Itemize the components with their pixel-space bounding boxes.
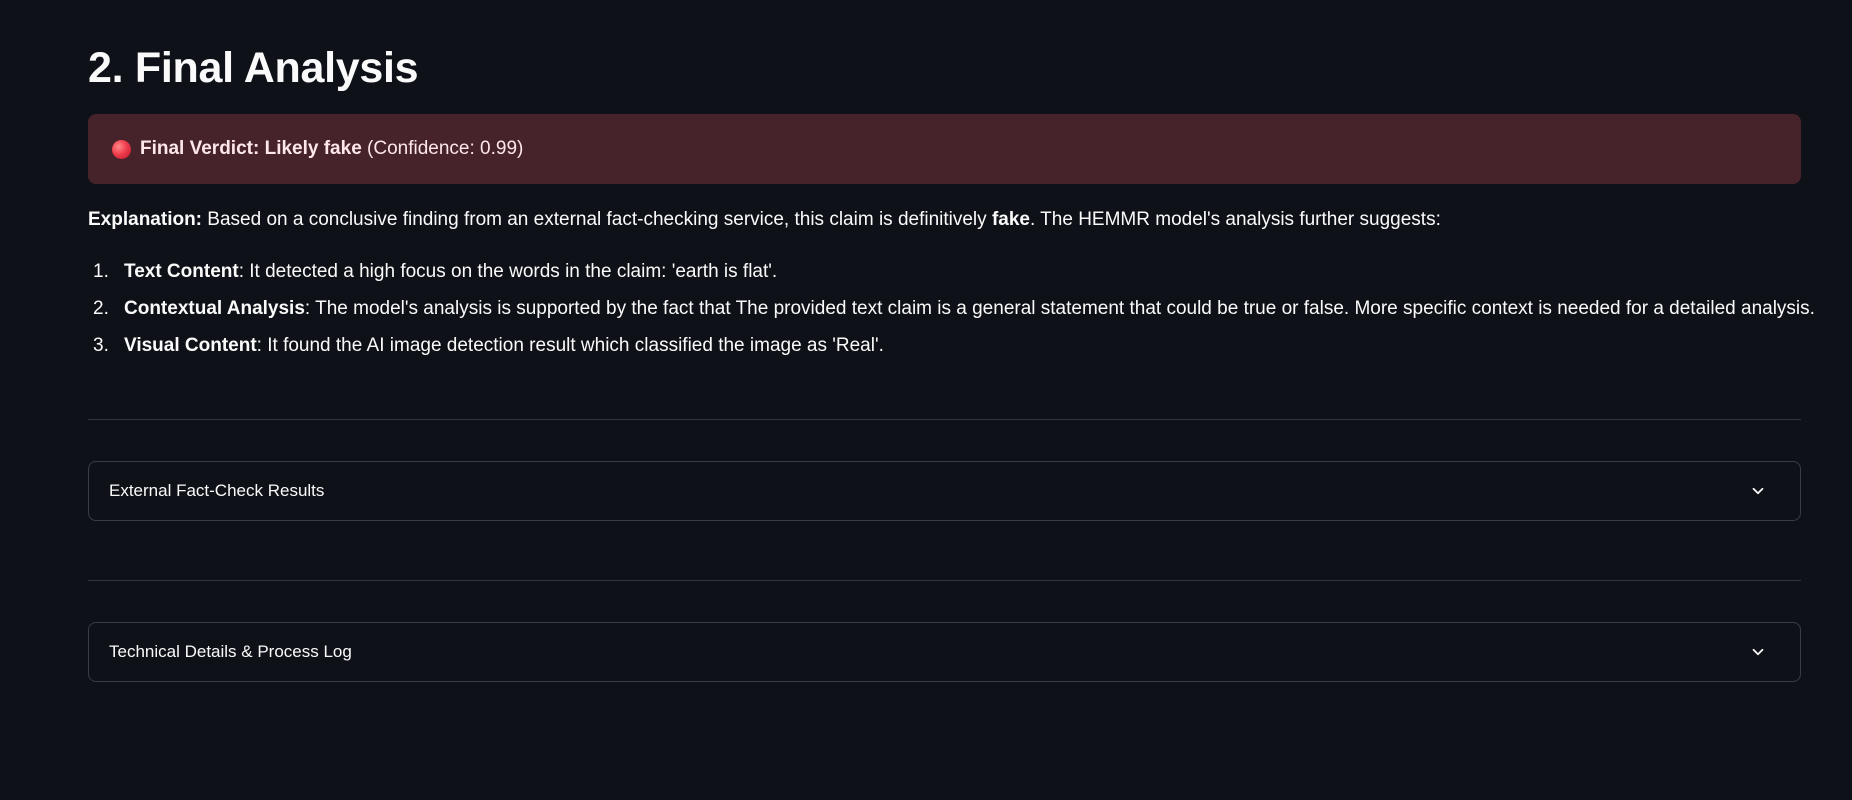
page-title: 2. Final Analysis: [88, 44, 419, 92]
list-item-text: : It detected a high focus on the words …: [238, 261, 778, 282]
analysis-points-list: 1. Text Content: It detected a high focu…: [88, 258, 1815, 369]
technical-details-expander[interactable]: Technical Details & Process Log: [88, 622, 1801, 682]
list-item-number: 3.: [93, 335, 109, 356]
explanation-paragraph: Explanation: Based on a conclusive findi…: [88, 206, 1801, 234]
explanation-label: Explanation:: [88, 209, 203, 230]
section-divider: [88, 580, 1801, 581]
list-item: 3. Visual Content: It found the AI image…: [88, 332, 1801, 369]
list-item-title: Visual Content: [124, 335, 257, 356]
list-item-title: Contextual Analysis: [124, 298, 305, 319]
list-item-number: 2.: [93, 298, 109, 319]
chevron-down-icon[interactable]: [1748, 642, 1768, 662]
list-item: 2. Contextual Analysis: The model's anal…: [88, 295, 1815, 332]
list-item-text: : The model's analysis is supported by t…: [304, 298, 1815, 319]
explanation-emphasis: fake: [991, 209, 1030, 230]
fact-check-results-expander[interactable]: External Fact-Check Results: [88, 461, 1801, 521]
verdict-alert: Final Verdict: Likely fake (Confidence: …: [88, 114, 1801, 184]
verdict-label: Final Verdict: Likely fake: [140, 138, 362, 159]
list-item-title: Text Content: [124, 261, 239, 282]
explanation-text-after: . The HEMMR model's analysis further sug…: [1029, 209, 1441, 230]
red-circle-icon: [112, 139, 131, 159]
list-item-number: 1.: [93, 261, 109, 282]
expander-label: External Fact-Check Results: [109, 481, 325, 500]
list-item-text: : It found the AI image detection result…: [256, 335, 884, 356]
verdict-confidence: (Confidence: 0.99): [367, 138, 524, 159]
list-item: 1. Text Content: It detected a high focu…: [88, 258, 1801, 295]
section-divider: [88, 419, 1801, 420]
chevron-down-icon[interactable]: [1748, 481, 1768, 501]
expander-label: Technical Details & Process Log: [109, 642, 352, 661]
explanation-text-before: Based on a conclusive finding from an ex…: [202, 209, 992, 230]
